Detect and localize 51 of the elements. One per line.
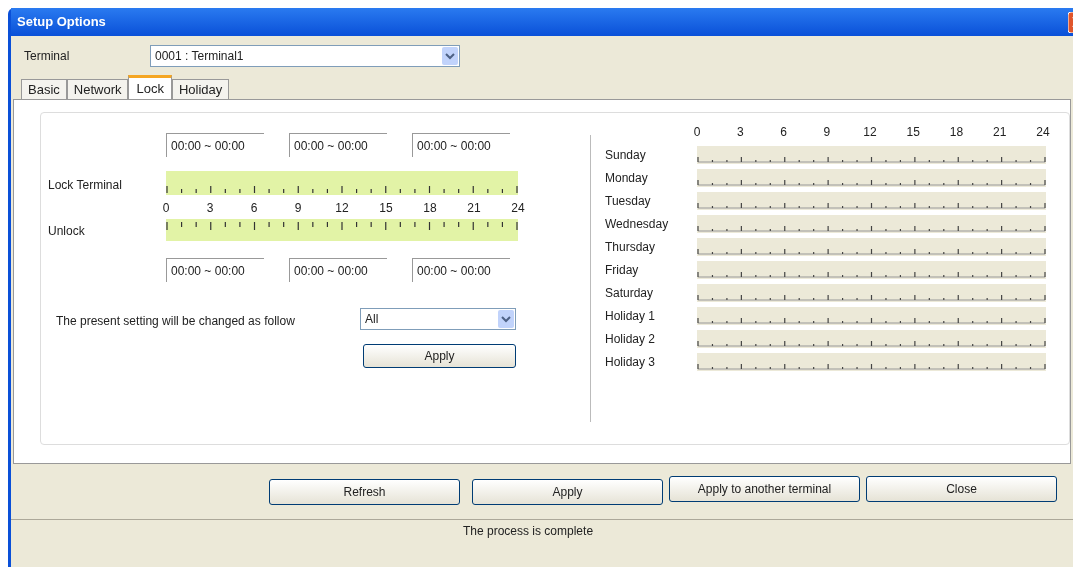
time-range-field[interactable]: 00:00 ~ 00:00 — [166, 133, 264, 157]
day-label: Friday — [605, 262, 640, 279]
hour-label: 15 — [379, 201, 393, 215]
scope-dropdown[interactable]: All — [360, 308, 516, 330]
dialog-button[interactable]: Apply — [472, 479, 663, 505]
day-label: Thursday — [605, 239, 657, 256]
tab[interactable]: Holiday — [171, 79, 230, 99]
hour-label: 21 — [992, 125, 1007, 139]
terminal-dropdown[interactable]: 0001 : Terminal1 — [150, 45, 460, 67]
day-label: Saturday — [605, 285, 655, 302]
time-range-field[interactable]: 00:00 ~ 00:00 — [412, 133, 510, 157]
lock-terminal-label: Lock Terminal — [48, 177, 123, 194]
hour-label: 21 — [467, 201, 481, 215]
hour-label: 0 — [692, 125, 702, 139]
tab[interactable]: Basic — [21, 79, 67, 99]
hour-label: 12 — [335, 201, 349, 215]
day-label: Holiday 1 — [605, 308, 657, 325]
day-label: Wednesday — [605, 216, 670, 233]
hour-label: 9 — [822, 125, 832, 139]
hour-label: 6 — [249, 201, 259, 215]
dialog-button[interactable]: Close — [866, 476, 1057, 502]
time-range-field[interactable]: 00:00 ~ 00:00 — [166, 258, 264, 282]
terminal-label: Terminal — [24, 48, 71, 65]
scope-label: The present setting will be changed as follow — [56, 316, 296, 330]
unlock-label: Unlock — [48, 223, 86, 240]
day-label: Tuesday — [605, 193, 652, 210]
hour-label: 18 — [423, 201, 437, 215]
day-label: Holiday 3 — [605, 354, 657, 371]
hour-label: 6 — [779, 125, 788, 139]
hour-label: 3 — [735, 125, 745, 139]
hour-label: 24 — [511, 201, 525, 215]
hour-label: 18 — [949, 125, 964, 139]
tab[interactable]: Network — [66, 79, 129, 99]
hour-label: 24 — [1036, 125, 1050, 139]
tab[interactable]: Lock — [128, 75, 172, 99]
window-title: Setup Options — [16, 13, 106, 32]
apply-button[interactable]: Apply — [363, 344, 516, 368]
dialog-button[interactable]: Apply to another terminal — [669, 476, 860, 502]
time-range-field[interactable]: 00:00 ~ 00:00 — [289, 258, 387, 282]
time-range-field[interactable]: 00:00 ~ 00:00 — [412, 258, 510, 282]
hour-label: 15 — [906, 125, 921, 139]
day-label: Sunday — [605, 147, 647, 164]
hour-label: 9 — [293, 201, 303, 215]
hour-label: 3 — [205, 201, 215, 215]
hour-label: 0 — [161, 201, 171, 215]
day-label: Holiday 2 — [605, 331, 657, 348]
dialog-button[interactable]: Refresh — [269, 479, 460, 505]
time-range-field[interactable]: 00:00 ~ 00:00 — [289, 133, 387, 157]
hour-label: 12 — [863, 125, 877, 139]
day-label: Monday — [605, 170, 649, 187]
status-text: The process is complete — [463, 522, 594, 540]
